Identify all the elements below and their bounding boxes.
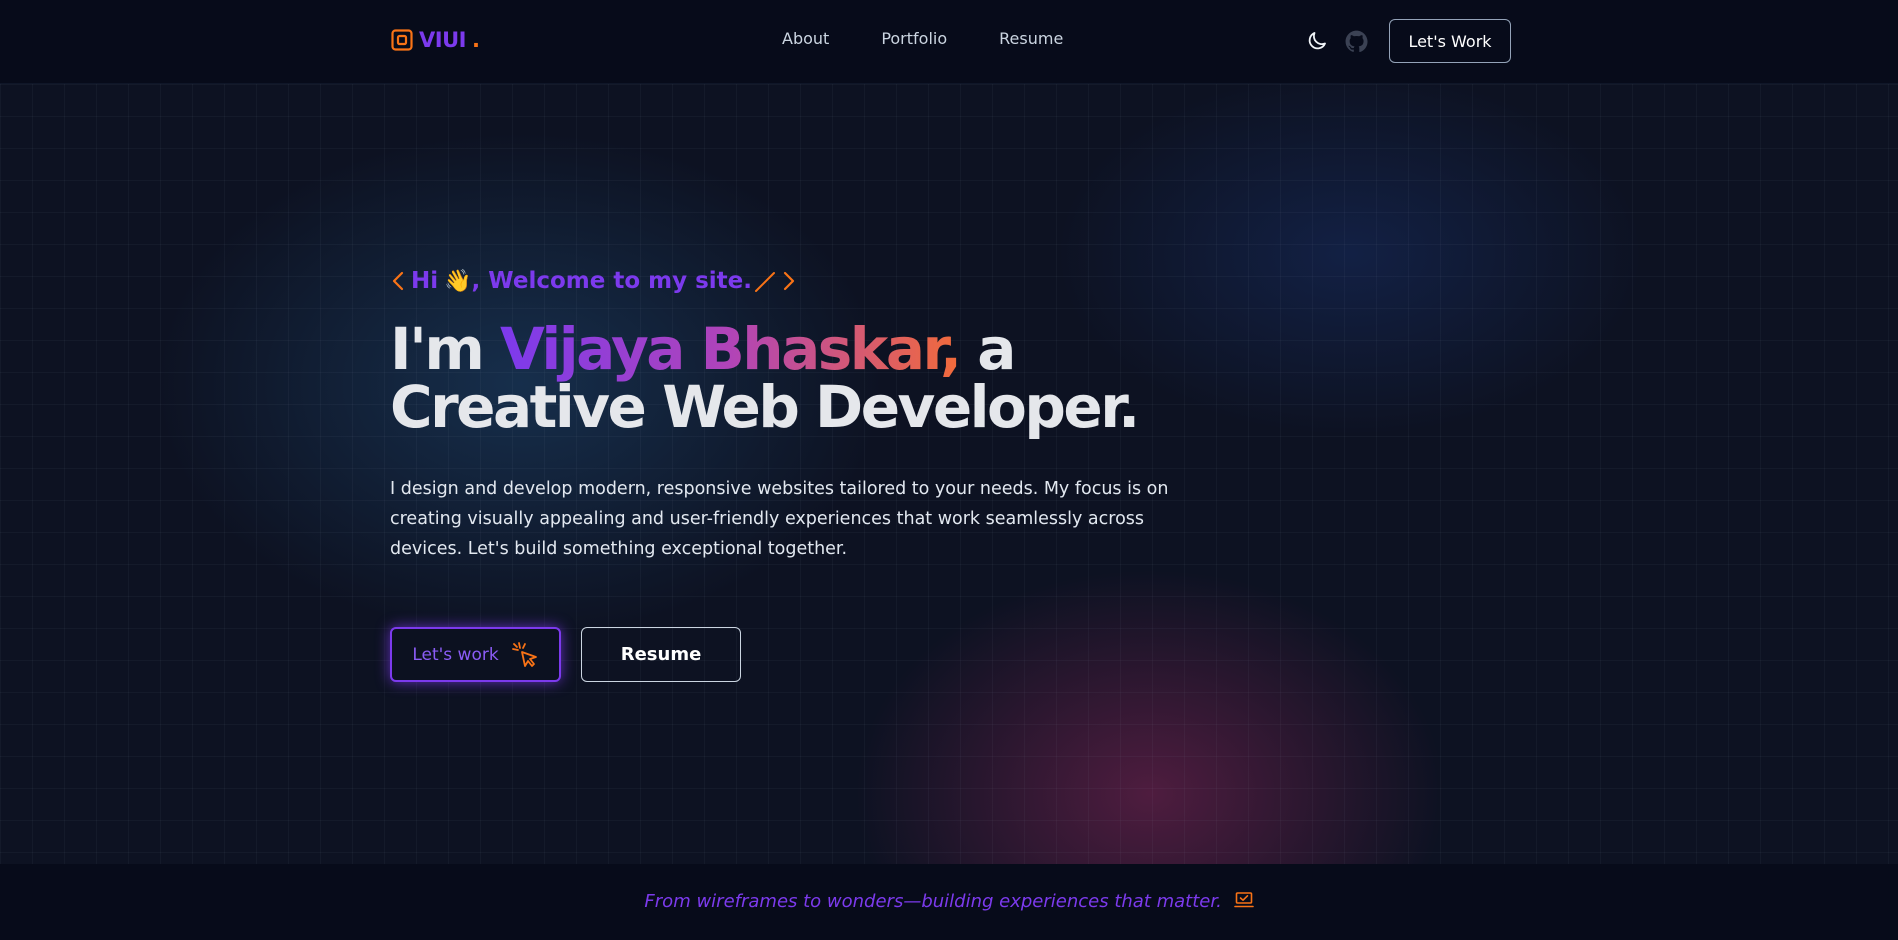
hero-headline: I'm Vijaya Bhaskar, a Creative Web Devel… <box>390 320 1210 436</box>
logo[interactable]: VIUI. <box>391 28 480 52</box>
site-header: VIUI. About Portfolio Resume Let's Work <box>0 0 1898 84</box>
welcome-prefix: Hi <box>411 268 439 294</box>
lets-work-header-button[interactable]: Let's Work <box>1389 19 1511 63</box>
cursor-click-icon <box>511 641 537 667</box>
square-logo-icon <box>391 29 413 51</box>
welcome-line: Hi 👋, Welcome to my site. <box>391 268 796 294</box>
nav-link-resume[interactable]: Resume <box>999 29 1063 48</box>
nav-link-portfolio[interactable]: Portfolio <box>881 29 947 48</box>
brand-dot: . <box>471 28 480 52</box>
headline-line2: Creative Web Developer. <box>390 373 1140 441</box>
nav-link-about[interactable]: About <box>782 29 829 48</box>
resume-button[interactable]: Resume <box>581 627 741 682</box>
github-icon[interactable] <box>1344 29 1369 54</box>
hero-section: Hi 👋, Welcome to my site. I'm Vijaya Bha… <box>0 84 1898 864</box>
footer-tagline: From wireframes to wonders—building expe… <box>0 891 1898 912</box>
main-nav: About Portfolio Resume <box>782 29 1063 48</box>
hero-description: I design and develop modern, responsive … <box>390 479 1169 559</box>
lets-work-label: Let's work <box>412 644 499 665</box>
lets-work-button[interactable]: Let's work <box>390 627 561 682</box>
brand-name: VIUI <box>419 28 466 52</box>
wave-emoji: 👋 <box>444 268 472 294</box>
chevron-right-icon <box>783 271 795 291</box>
tagline-text: From wireframes to wonders—building expe… <box>644 891 1222 912</box>
laptop-check-icon <box>1233 892 1254 908</box>
chevron-left-icon <box>392 271 404 291</box>
welcome-text: , Welcome to my site. <box>471 268 753 294</box>
slash-icon <box>755 272 776 292</box>
moon-icon[interactable] <box>1305 29 1329 53</box>
site-footer: From wireframes to wonders—building expe… <box>0 864 1898 940</box>
